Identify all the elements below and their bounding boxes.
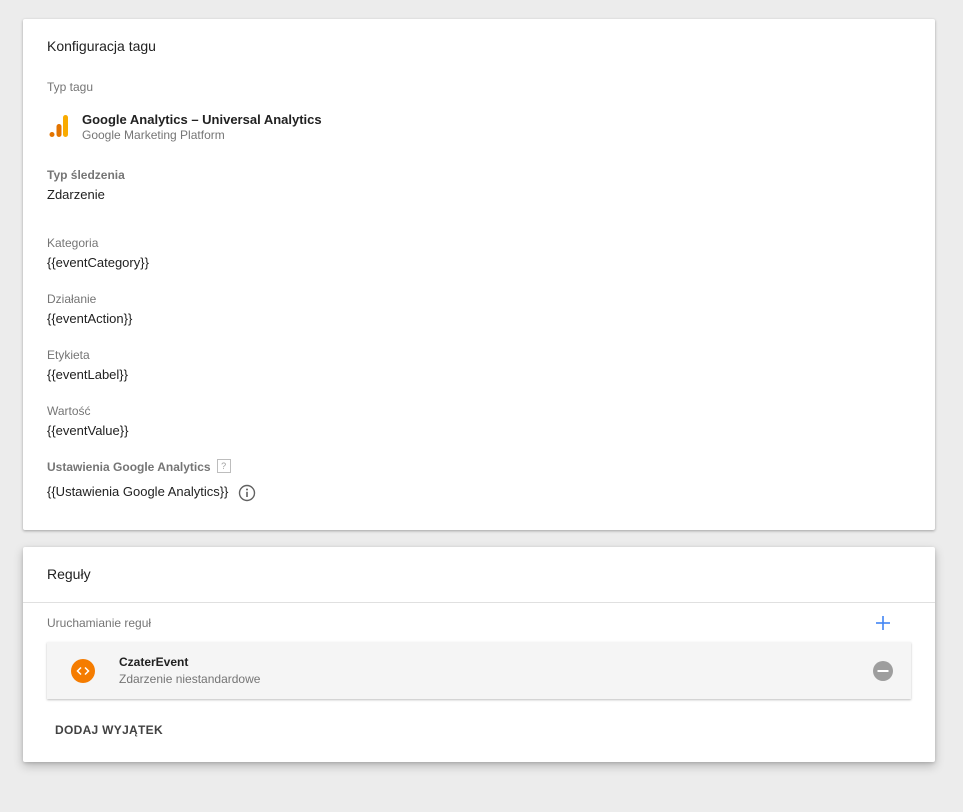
minus-circle-icon [873,661,893,681]
ga-settings-label: Ustawienia Google Analytics? [47,459,231,474]
ga-settings-value: {{Ustawienia Google Analytics}} [47,484,229,499]
rules-card: Reguły Uruchamianie reguł CzaterEvent Zd… [23,547,935,762]
tag-type-label: Typ tagu [47,80,94,94]
help-icon[interactable]: ? [216,459,231,473]
plus-icon [876,616,890,630]
value-label: Wartość [47,404,91,418]
tag-configuration-card: Konfiguracja tagu Typ tagu Google Analyt… [23,19,935,530]
code-icon [71,659,95,683]
trigger-type: Zdarzenie niestandardowe [119,672,261,686]
add-trigger-button[interactable] [873,613,893,633]
category-label: Kategoria [47,236,99,250]
card-title: Reguły [47,566,91,582]
add-exception-button[interactable]: DODAJ WYJĄTEK [47,715,171,745]
action-value: {{eventAction}} [47,311,133,326]
card-title: Konfiguracja tagu [47,38,156,54]
google-analytics-icon [49,115,68,137]
ga-settings-label-text: Ustawienia Google Analytics [47,460,211,474]
tag-type-provider: Google Marketing Platform [82,128,225,142]
label-value: {{eventLabel}} [47,367,128,382]
tag-type[interactable]: Google Analytics – Universal Analytics G… [47,112,447,146]
tracking-type-value: Zdarzenie [47,187,105,202]
action-label: Działanie [47,292,97,306]
tag-type-name: Google Analytics – Universal Analytics [82,112,322,127]
value-value: {{eventValue}} [47,423,129,438]
divider [23,602,935,603]
firing-triggers-label: Uruchamianie reguł [47,616,152,630]
trigger-item[interactable]: CzaterEvent Zdarzenie niestandardowe [47,642,911,699]
label-label: Etykieta [47,348,90,362]
remove-trigger-button[interactable] [873,661,893,681]
trigger-name: CzaterEvent [119,655,189,669]
info-icon[interactable] [238,484,256,502]
tracking-type-label: Typ śledzenia [47,168,125,182]
category-value: {{eventCategory}} [47,255,149,270]
